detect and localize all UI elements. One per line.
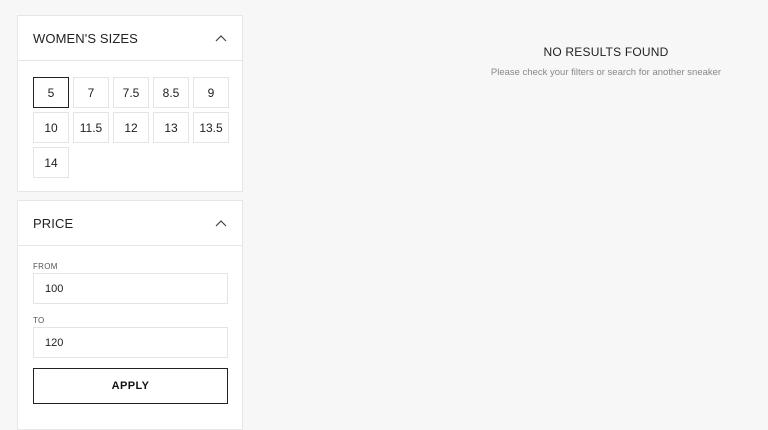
price-from-input[interactable] <box>33 273 228 304</box>
size-option-8-5[interactable]: 8.5 <box>153 77 189 108</box>
price-from-label: FROM <box>33 262 58 271</box>
no-results-message: Please check your filters or search for … <box>490 67 722 78</box>
size-options: 5 7 7.5 8.5 9 10 11.5 12 13 13.5 14 <box>33 77 233 178</box>
price-body: FROM TO APPLY <box>33 262 228 404</box>
size-option-9[interactable]: 9 <box>193 77 229 108</box>
size-option-7-5[interactable]: 7.5 <box>113 77 149 108</box>
price-title: PRICE <box>33 215 74 231</box>
size-option-5[interactable]: 5 <box>33 77 69 108</box>
size-option-13[interactable]: 13 <box>153 112 189 143</box>
womens-sizes-header[interactable]: WOMEN'S SIZES <box>18 16 242 61</box>
chevron-up-icon[interactable] <box>215 34 227 42</box>
womens-sizes-title: WOMEN'S SIZES <box>33 30 138 46</box>
price-to-label: TO <box>33 316 45 325</box>
no-results: NO RESULTS FOUND Please check your filte… <box>460 45 752 78</box>
womens-sizes-filter: WOMEN'S SIZES 5 7 7.5 8.5 9 10 11.5 12 13 13.5 14 <box>17 15 243 192</box>
size-option-12[interactable]: 12 <box>113 112 149 143</box>
size-option-7[interactable]: 7 <box>73 77 109 108</box>
size-option-11-5[interactable]: 11.5 <box>73 112 109 143</box>
size-option-14[interactable]: 14 <box>33 147 69 178</box>
size-option-13-5[interactable]: 13.5 <box>193 112 229 143</box>
apply-button[interactable]: APPLY <box>33 368 228 404</box>
size-option-10[interactable]: 10 <box>33 112 69 143</box>
no-results-title: NO RESULTS FOUND <box>543 45 669 59</box>
price-to-input[interactable] <box>33 327 228 358</box>
chevron-up-icon[interactable] <box>215 219 227 227</box>
price-filter: PRICE FROM TO APPLY <box>17 200 243 430</box>
price-header[interactable]: PRICE <box>18 201 242 246</box>
